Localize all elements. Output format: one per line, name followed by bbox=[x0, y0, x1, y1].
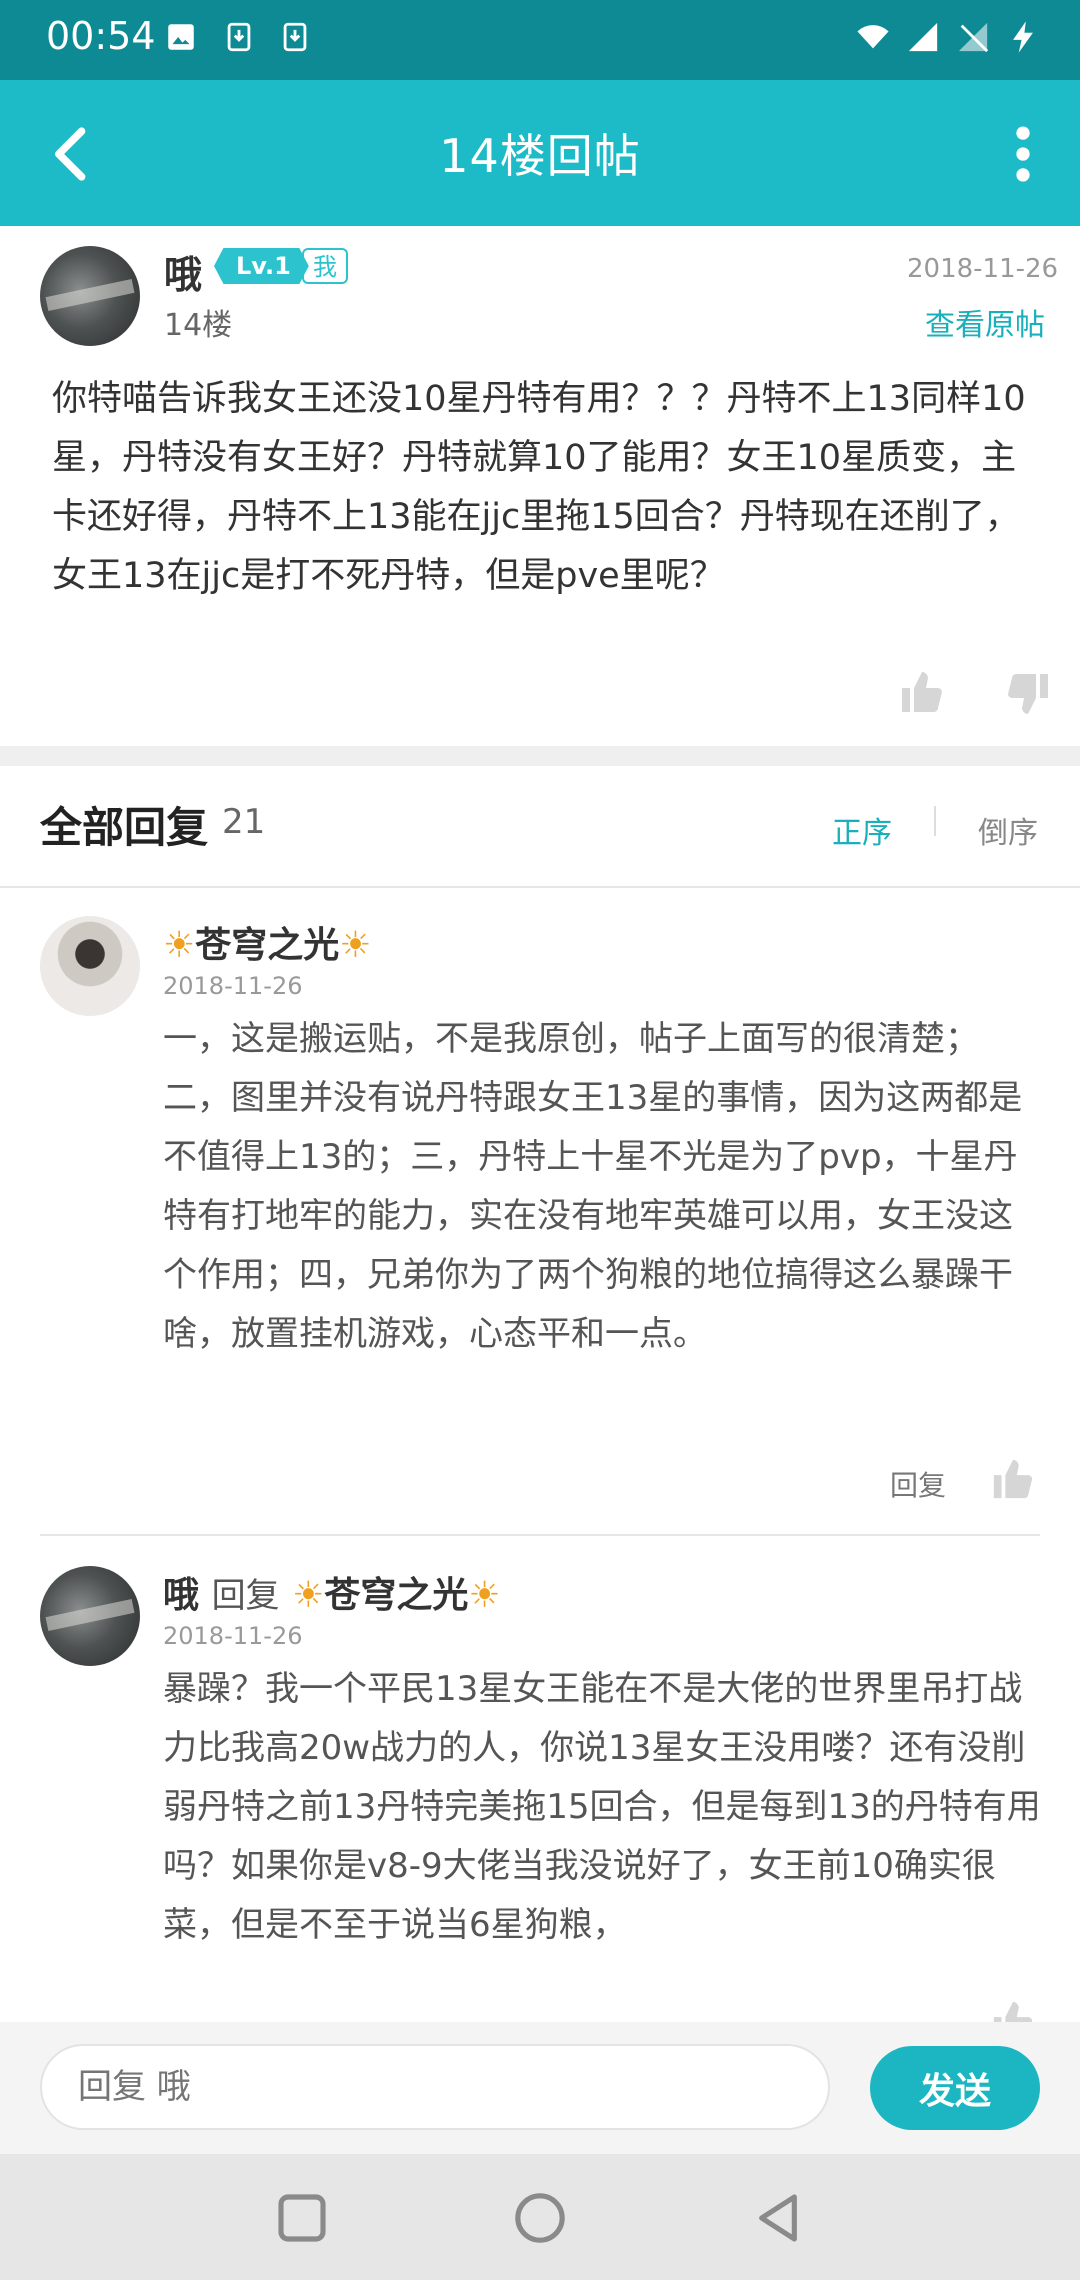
image-notification-icon bbox=[168, 24, 194, 50]
avatar[interactable] bbox=[40, 1566, 140, 1666]
post-date: 2018-11-26 bbox=[907, 254, 1059, 284]
sort-ascending-tab[interactable]: 正序 bbox=[832, 808, 892, 852]
floor-post: 哦 Lv.1 我 14楼 2018-11-26 查看原帖 你特喵告诉我女王还没1… bbox=[0, 226, 1080, 746]
divider bbox=[40, 1534, 1040, 1536]
send-button[interactable]: 发送 bbox=[870, 2046, 1040, 2130]
more-options-icon[interactable] bbox=[990, 116, 1056, 192]
sun-icon: ☀ bbox=[163, 925, 196, 966]
all-replies-title: 全部回复 bbox=[40, 803, 209, 852]
sun-icon: ☀ bbox=[292, 1575, 325, 1616]
recent-apps-icon[interactable] bbox=[274, 2190, 330, 2246]
download-notification-icon bbox=[227, 22, 251, 52]
replies-header: 全部回复 21 正序 倒序 bbox=[0, 766, 1080, 886]
divider bbox=[0, 886, 1080, 888]
thumbs-up-icon[interactable] bbox=[990, 1456, 1036, 1502]
signal-icon bbox=[908, 22, 938, 52]
status-time: 00:54 bbox=[46, 14, 156, 58]
reply-body: 暴躁？我一个平民13星女王能在不是大佬的世界里吊打战力比我高20w战力的人，你说… bbox=[163, 1669, 1041, 1945]
thumbs-down-icon[interactable] bbox=[1004, 670, 1052, 718]
app-bar: 14楼回帖 bbox=[0, 80, 1080, 226]
reply-item: ☀苍穹之光☀ 2018-11-26 一，这是搬运贴，不是我原创，帖子上面写的很清… bbox=[0, 916, 1080, 1536]
status-bar: 00:54 bbox=[0, 0, 1080, 80]
post-body: 你特喵告诉我女王还没10星丹特有用？？？丹特不上13同样10星，丹特没有女王好？… bbox=[52, 379, 1026, 596]
thumbs-up-icon[interactable] bbox=[898, 668, 946, 716]
sort-separator bbox=[934, 806, 936, 836]
sun-icon: ☀ bbox=[468, 1575, 501, 1616]
reply-input[interactable] bbox=[40, 2044, 830, 2130]
home-icon[interactable] bbox=[512, 2190, 568, 2246]
wifi-icon bbox=[857, 25, 889, 49]
level-badge: Lv.1 bbox=[214, 248, 309, 284]
reply-body: 一，这是搬运贴，不是我原创，帖子上面写的很清楚；二，图里并没有说丹特跟女王13星… bbox=[163, 1019, 1023, 1354]
reply-item: 哦 回复 ☀苍穹之光☀ 2018-11-26 暴躁？我一个平民13星女王能在不是… bbox=[0, 1566, 1080, 2022]
reply-input-bar: 发送 bbox=[0, 2022, 1080, 2154]
reply-count: 21 bbox=[222, 802, 266, 842]
back-icon[interactable] bbox=[750, 2190, 806, 2246]
page-title: 14楼回帖 bbox=[439, 129, 641, 183]
thumbs-up-icon[interactable] bbox=[990, 1998, 1036, 2022]
sort-descending-tab[interactable]: 倒序 bbox=[978, 808, 1038, 852]
reply-author[interactable]: ☀苍穹之光☀ bbox=[163, 916, 372, 968]
avatar[interactable] bbox=[40, 916, 140, 1016]
section-divider bbox=[0, 746, 1080, 766]
download-notification-icon bbox=[283, 22, 307, 52]
floor-number: 14楼 bbox=[164, 308, 233, 343]
view-original-link[interactable]: 查看原帖 bbox=[925, 300, 1045, 344]
author-name[interactable]: 哦 bbox=[164, 244, 202, 299]
system-nav-bar bbox=[0, 2154, 1080, 2280]
avatar[interactable] bbox=[40, 246, 140, 346]
reply-button[interactable]: 回复 bbox=[890, 1464, 946, 1504]
me-badge: 我 bbox=[302, 248, 348, 284]
no-sim-icon bbox=[958, 22, 989, 53]
reply-author[interactable]: 哦 回复 ☀苍穹之光☀ bbox=[163, 1566, 501, 1618]
sun-icon: ☀ bbox=[339, 925, 372, 966]
battery-charging-icon bbox=[1013, 21, 1033, 53]
reply-date: 2018-11-26 bbox=[163, 1622, 303, 1650]
reply-date: 2018-11-26 bbox=[163, 972, 303, 1000]
